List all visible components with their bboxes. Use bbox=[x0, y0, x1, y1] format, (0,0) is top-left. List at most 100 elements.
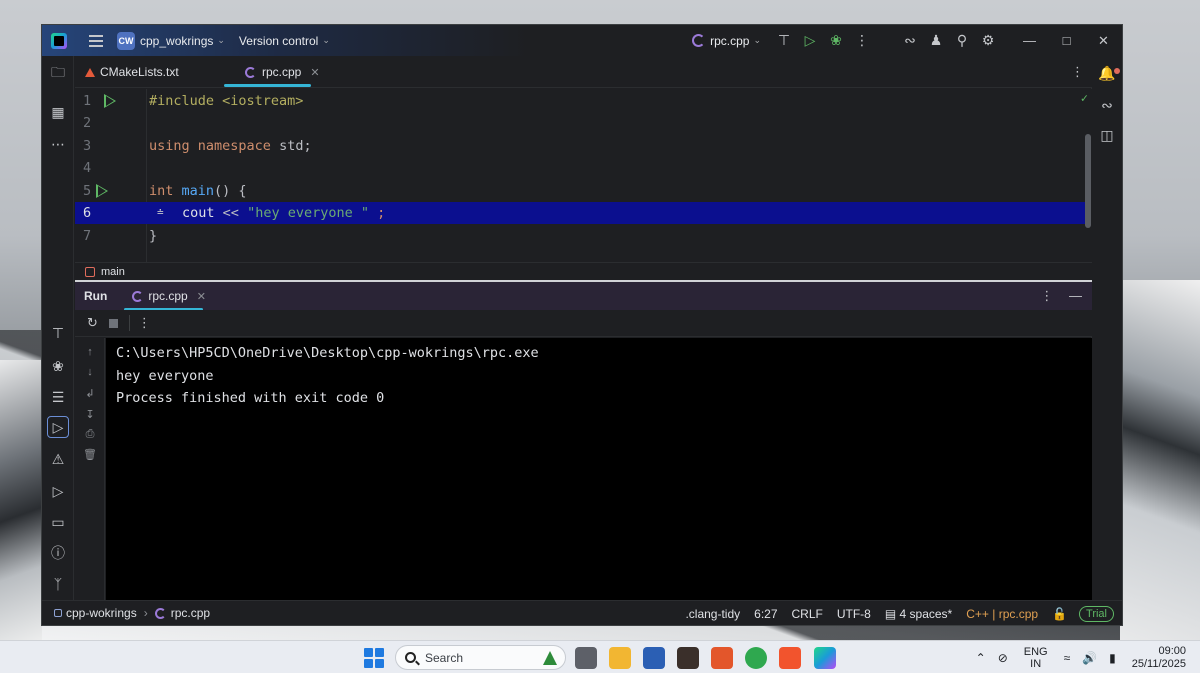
services-icon[interactable]: ▷ bbox=[49, 482, 67, 500]
editor-scrollbar[interactable] bbox=[1085, 134, 1091, 228]
app-icon[interactable] bbox=[677, 647, 699, 669]
more-options-icon[interactable]: ⋮ bbox=[1040, 288, 1053, 303]
word-icon[interactable] bbox=[643, 647, 665, 669]
code-with-me-icon[interactable]: ♟ bbox=[923, 32, 949, 49]
code-editor[interactable]: ✓ 1 #include <iostream> 2 3 using namesp… bbox=[75, 89, 1092, 278]
app-icon[interactable] bbox=[745, 647, 767, 669]
project-folder-icon[interactable]: 🗀 bbox=[49, 63, 67, 81]
windows-start-icon[interactable] bbox=[364, 648, 384, 668]
scroll-to-end-icon[interactable]: ↧ bbox=[83, 408, 97, 421]
clear-trash-icon[interactable]: 🗑 bbox=[83, 448, 97, 461]
trial-badge[interactable]: Trial bbox=[1079, 605, 1114, 622]
run-gutter-icon[interactable] bbox=[104, 94, 116, 108]
debug-bug-icon[interactable]: ❀ bbox=[823, 32, 849, 49]
code-text: #include <iostream> bbox=[149, 93, 304, 109]
status-file[interactable]: rpc.cpp bbox=[171, 606, 210, 620]
caret-position[interactable]: 6:27 bbox=[754, 607, 777, 621]
show-hidden-icons-icon[interactable]: ⌃ bbox=[976, 651, 986, 665]
volume-icon[interactable]: 🔊 bbox=[1082, 651, 1097, 665]
clion-logo-icon[interactable] bbox=[51, 32, 67, 49]
more-actions-icon[interactable]: ⋮ bbox=[849, 32, 875, 49]
ai-assistant-icon[interactable]: ∾ bbox=[897, 32, 923, 49]
line-number: 3 bbox=[83, 138, 92, 154]
tab-label: CMakeLists.txt bbox=[100, 65, 179, 79]
structure-icon[interactable]: ▦ bbox=[49, 103, 67, 121]
main-menu-icon[interactable] bbox=[89, 34, 103, 47]
print-icon[interactable]: ⎙ bbox=[83, 428, 97, 441]
close-tab-icon[interactable]: ✕ bbox=[310, 66, 319, 79]
maximize-button[interactable]: □ bbox=[1048, 33, 1085, 48]
search-icon[interactable]: ⚲ bbox=[949, 32, 975, 49]
tab-options-icon[interactable]: ⋮ bbox=[1071, 64, 1084, 80]
input-language[interactable]: ENG IN bbox=[1024, 646, 1048, 670]
console-output[interactable]: C:\Users\HP5CD\OneDrive\Desktop\cpp-wokr… bbox=[106, 338, 1092, 600]
line-number: 2 bbox=[83, 115, 92, 131]
task-view-icon[interactable] bbox=[575, 647, 597, 669]
status-bar: cpp-wokrings › rpc.cpp .clang-tidy 6:27 … bbox=[42, 600, 1122, 625]
language-context[interactable]: C++ | rpc.cpp bbox=[966, 607, 1038, 621]
search-highlight-icon bbox=[543, 650, 557, 665]
clion-taskbar-icon[interactable] bbox=[814, 647, 836, 669]
ai-chat-icon[interactable]: ∾ bbox=[1098, 96, 1116, 114]
code-line-current: 6 ≐ cout << "hey everyone " ; bbox=[75, 202, 1085, 224]
chevron-down-icon[interactable]: ⌄ bbox=[753, 35, 761, 46]
git-branch-icon[interactable]: ᛉ bbox=[49, 575, 67, 593]
more-actions-icon[interactable]: ⋮ bbox=[138, 315, 151, 331]
settings-gear-icon[interactable]: ⚙ bbox=[975, 32, 1001, 49]
project-name[interactable]: cpp_wokrings bbox=[140, 34, 213, 48]
wifi-icon[interactable]: ≈ bbox=[1064, 651, 1071, 665]
more-tools-icon[interactable]: ⋯ bbox=[49, 135, 67, 153]
system-clock[interactable]: 09:00 25/11/2025 bbox=[1132, 645, 1186, 671]
clang-tidy-widget[interactable]: .clang-tidy bbox=[685, 607, 740, 621]
tab-cmakelists[interactable]: CMakeLists.txt bbox=[85, 56, 179, 88]
app-icon[interactable] bbox=[711, 647, 733, 669]
hide-panel-icon[interactable]: — bbox=[1069, 288, 1082, 303]
run-tab-rpc[interactable]: rpc.cpp ✕ bbox=[132, 289, 206, 303]
problems-warning-icon[interactable]: ⚠ bbox=[49, 450, 67, 468]
close-button[interactable]: ✕ bbox=[1085, 33, 1122, 49]
brave-browser-icon[interactable] bbox=[779, 647, 801, 669]
inlay-hint-icon[interactable]: ≐ bbox=[157, 202, 164, 224]
scroll-down-icon[interactable]: ↓ bbox=[83, 366, 97, 378]
tab-label: rpc.cpp bbox=[262, 65, 302, 79]
version-control-menu[interactable]: Version control bbox=[239, 34, 318, 48]
chevron-down-icon[interactable]: ⌄ bbox=[217, 35, 225, 46]
problems-icon[interactable]: ⓘ bbox=[49, 544, 67, 562]
breadcrumb-function[interactable]: main bbox=[101, 266, 125, 278]
console-line: hey everyone bbox=[116, 367, 214, 384]
taskbar-search[interactable]: Search bbox=[395, 645, 566, 670]
build-hammer-icon[interactable]: ⊤ bbox=[49, 324, 67, 342]
code-line: 1 #include <iostream> bbox=[75, 90, 1085, 112]
location-icon[interactable]: ⊘ bbox=[998, 651, 1008, 665]
soft-wrap-icon[interactable]: ↲ bbox=[83, 387, 97, 400]
indent-settings[interactable]: ▤ 4 spaces* bbox=[885, 607, 952, 621]
file-encoding[interactable]: UTF-8 bbox=[837, 607, 871, 621]
close-tab-icon[interactable]: ✕ bbox=[197, 290, 206, 303]
run-config-selector[interactable]: rpc.cpp bbox=[710, 34, 749, 48]
line-number: 4 bbox=[83, 160, 92, 176]
code-text: } bbox=[149, 228, 158, 244]
active-tab-indicator bbox=[224, 84, 311, 87]
run-icon[interactable]: ▷ bbox=[797, 32, 823, 49]
stop-icon[interactable] bbox=[108, 318, 118, 328]
build-hammer-icon[interactable]: ⊤ bbox=[771, 32, 797, 49]
debug-bug-icon[interactable]: ❀ bbox=[49, 357, 67, 375]
search-placeholder: Search bbox=[425, 650, 464, 665]
terminal-icon[interactable]: ▭ bbox=[49, 513, 67, 531]
read-only-lock-icon[interactable]: 🔓 bbox=[1052, 607, 1067, 621]
minimize-button[interactable]: — bbox=[1011, 33, 1048, 48]
scroll-up-icon[interactable]: ↑ bbox=[83, 346, 97, 358]
project-badge[interactable]: CW bbox=[117, 31, 135, 50]
run-tool-icon[interactable]: ▷ bbox=[47, 416, 69, 438]
file-explorer-icon[interactable] bbox=[609, 647, 631, 669]
database-icon[interactable]: ◫ bbox=[1098, 126, 1116, 144]
run-gutter-icon[interactable] bbox=[96, 184, 108, 198]
status-project[interactable]: cpp-wokrings bbox=[66, 606, 137, 620]
line-ending[interactable]: CRLF bbox=[792, 607, 823, 621]
rerun-icon[interactable]: ↻ bbox=[87, 315, 98, 331]
chevron-down-icon[interactable]: ⌄ bbox=[322, 35, 330, 46]
status-widgets: .clang-tidy 6:27 CRLF UTF-8 ▤ 4 spaces* … bbox=[671, 601, 1114, 625]
notifications-bell-icon[interactable]: 🔔 bbox=[1098, 64, 1120, 82]
structure-list-icon[interactable]: ☰ bbox=[49, 388, 67, 406]
battery-icon[interactable]: ▮ bbox=[1109, 651, 1116, 665]
